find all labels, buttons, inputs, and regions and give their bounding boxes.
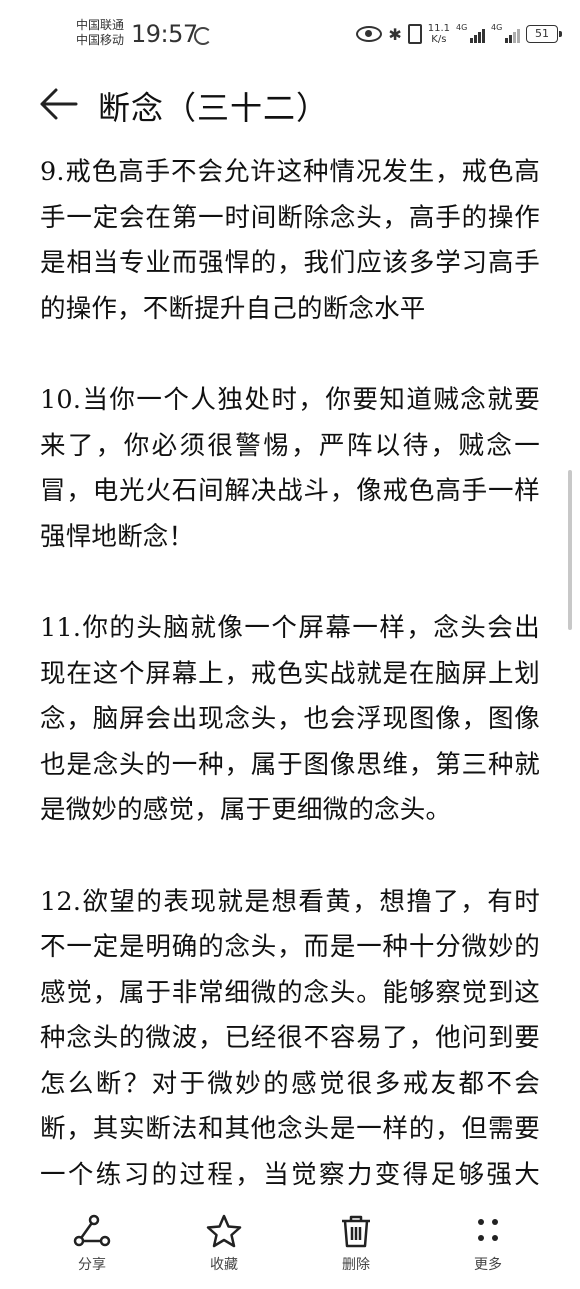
- paragraph-9: 9.戒色高手不会允许这种情况发生，戒色高手一定会在第一时间断除念头，高手的操作是…: [40, 157, 540, 324]
- note-content[interactable]: 9.戒色高手不会允许这种情况发生，戒色高手一定会在第一时间断除念头，高手的操作是…: [40, 150, 540, 1202]
- status-bar: 中国联通 中国移动 19:57 ✱ 11.1 K/s 4G 4G 51: [0, 0, 580, 70]
- paragraph-10: 10.当你一个人独处时，你要知道贼念就要来了，你必须很警惕，严阵以待，贼念一冒，…: [40, 384, 540, 552]
- share-label: 分享: [78, 1257, 106, 1273]
- back-arrow-icon[interactable]: [38, 86, 78, 122]
- sync-icon: [194, 27, 212, 45]
- page-title: 断念（三十二）: [98, 89, 330, 127]
- signal-2-icon: 4G: [491, 23, 520, 43]
- paragraph-12: 12.欲望的表现就是想看黄，想撸了，有时不一定是明确的念头，而是一种十分微妙的感…: [40, 886, 540, 1191]
- status-time: 19:57: [131, 20, 198, 48]
- network-speed: 11.1 K/s: [427, 23, 450, 45]
- delete-button[interactable]: 删除: [316, 1214, 396, 1274]
- vibrate-icon: [407, 24, 422, 44]
- more-label: 更多: [474, 1257, 502, 1273]
- trash-icon: [342, 1215, 370, 1248]
- carrier-info: 中国联通 中国移动: [76, 18, 124, 48]
- bottom-action-bar: 分享 收藏 删除 更多: [0, 1202, 580, 1289]
- signal-1-icon: 4G: [456, 23, 485, 43]
- status-icons: ✱ 11.1 K/s 4G 4G 51: [356, 20, 562, 48]
- carrier-1: 中国联通: [76, 18, 125, 32]
- share-icon: [73, 1214, 111, 1247]
- scrollbar[interactable]: [568, 470, 572, 630]
- bluetooth-icon: ✱: [388, 24, 402, 44]
- favorite-label: 收藏: [210, 1257, 238, 1273]
- header: 断念（三十二）: [0, 70, 580, 140]
- delete-label: 删除: [342, 1257, 370, 1273]
- eye-comfort-icon: [356, 26, 383, 42]
- more-button[interactable]: 更多: [448, 1214, 528, 1274]
- more-icon: [478, 1219, 498, 1241]
- carrier-2: 中国移动: [76, 33, 125, 47]
- paragraph-11: 11.你的头脑就像一个屏幕一样，念头会出现在这个屏幕上，戒色实战就是在脑屏上划念…: [40, 612, 540, 826]
- share-button[interactable]: 分享: [52, 1214, 132, 1274]
- battery-icon: 51: [526, 25, 562, 43]
- favorite-button[interactable]: 收藏: [184, 1214, 264, 1274]
- star-icon: [206, 1214, 242, 1248]
